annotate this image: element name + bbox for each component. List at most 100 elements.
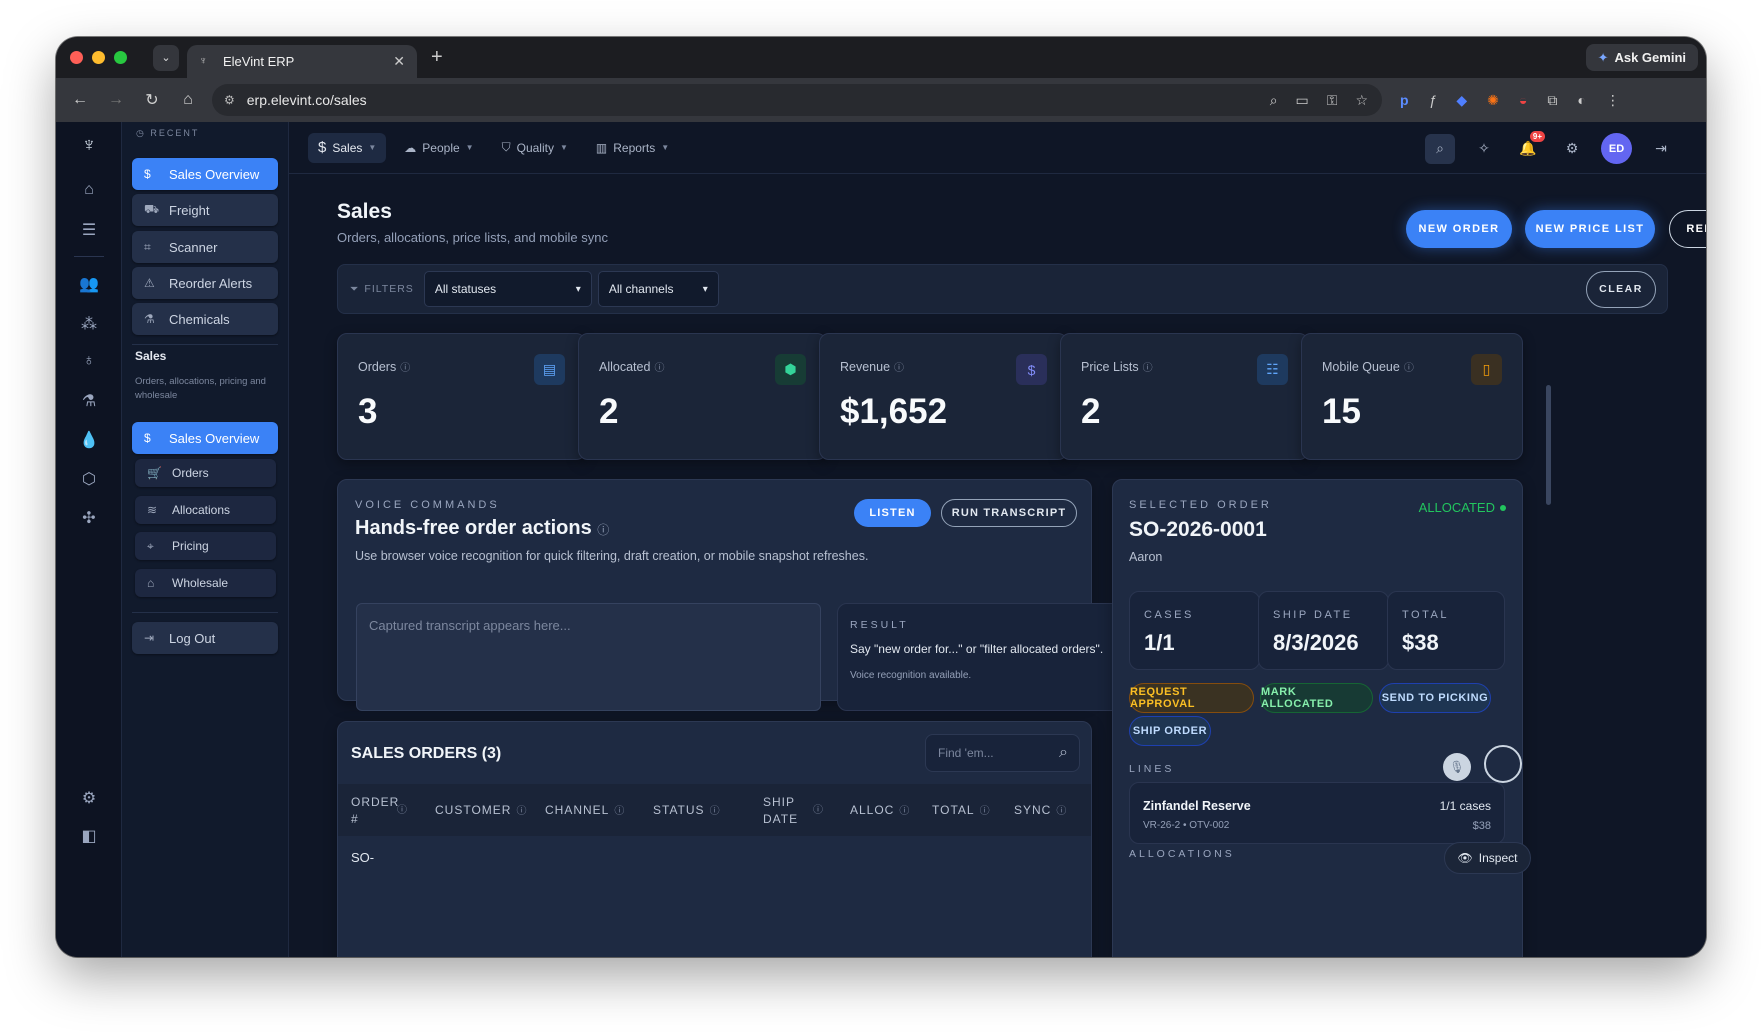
info-icon[interactable]: ⓘ	[1143, 363, 1153, 374]
channel-filter-select[interactable]: All channels ▾	[597, 271, 719, 307]
tab-close-icon[interactable]: ✕	[393, 53, 405, 70]
status-filter-select[interactable]: All statuses ▾	[423, 271, 592, 307]
mark-allocated-button[interactable]: MARK ALLOCATED	[1260, 683, 1373, 713]
sign-out-button[interactable]: ⇥	[1646, 134, 1676, 164]
rail-people-icon[interactable]: 👥	[56, 274, 122, 294]
browser-menu-icon[interactable]: ⋮	[1606, 92, 1620, 109]
column-header-channel[interactable]: CHANNEL ⓘ	[545, 802, 625, 820]
forward-arrow-icon[interactable]: →	[98, 91, 134, 109]
recent-item-freight[interactable]: ⛟ Freight	[132, 194, 278, 226]
close-window-button[interactable]	[70, 51, 83, 64]
rail-collapse-icon[interactable]: ◧	[56, 826, 122, 846]
sidebar-item-pricing[interactable]: ⌖ Pricing	[135, 532, 276, 560]
url-text: erp.elevint.co/sales	[246, 92, 367, 108]
send-to-picking-button[interactable]: SEND TO PICKING	[1379, 683, 1491, 713]
cast-icon[interactable]: ▭	[1296, 92, 1309, 109]
rail-tasks-icon[interactable]: ☰	[56, 220, 122, 240]
extension-p-icon[interactable]: p	[1400, 92, 1409, 109]
recent-item-label: Chemicals	[169, 311, 230, 327]
new-order-button[interactable]: NEW ORDER	[1406, 210, 1512, 248]
column-header-sync[interactable]: SYNC ⓘ	[1014, 802, 1067, 820]
recent-item-scanner[interactable]: ⌗ Scanner	[132, 231, 278, 263]
tab-search-chevron-icon[interactable]: ⌄	[153, 44, 179, 71]
extension-sun-icon[interactable]: ✺	[1487, 92, 1499, 109]
request-approval-button[interactable]: REQUEST APPROVAL	[1129, 683, 1254, 713]
recent-item-reorder-alerts[interactable]: ⚠ Reorder Alerts	[132, 267, 278, 299]
browser-tab[interactable]: ♆ EleVint ERP ✕	[187, 45, 417, 78]
search-icon[interactable]: ⌕	[1059, 744, 1068, 762]
url-bar[interactable]: ⚙ erp.elevint.co/sales ⌕ ▭ ⚿ ☆	[212, 84, 1382, 116]
page-scrollbar[interactable]	[1546, 385, 1551, 505]
sales-orders-title: SALES ORDERS (3)	[351, 745, 502, 762]
profile-avatar-icon[interactable]: ◐	[1577, 92, 1585, 109]
logout-button[interactable]: ⇥ Log Out	[132, 622, 278, 654]
extensions-puzzle-icon[interactable]: ⧉	[1547, 92, 1557, 109]
transcript-textarea[interactable]: Captured transcript appears here...	[356, 603, 821, 711]
column-header-customer[interactable]: CUSTOMER ⓘ	[435, 802, 527, 820]
sidebar-item-allocations[interactable]: ≋ Allocations	[135, 496, 276, 524]
rail-wine-glass-icon[interactable]: ♁	[56, 352, 122, 370]
info-icon[interactable]: ⓘ	[813, 802, 824, 819]
notifications-button[interactable]: 🔔 9+	[1513, 130, 1545, 164]
nav-quality[interactable]: ⛉ Quality ▼	[492, 133, 578, 163]
maximize-window-button[interactable]	[114, 51, 127, 64]
clear-filters-button[interactable]: CLEAR	[1586, 270, 1656, 308]
extension-fx-icon[interactable]: ƒ	[1429, 92, 1437, 109]
listen-button[interactable]: LISTEN	[854, 499, 931, 527]
user-avatar[interactable]: ED	[1601, 133, 1632, 164]
rail-grapes-icon[interactable]: ⁂	[56, 314, 122, 334]
bookmark-star-icon[interactable]: ☆	[1355, 92, 1368, 109]
run-transcript-button[interactable]: RUN TRANSCRIPT	[941, 499, 1077, 527]
refresh-button[interactable]: REFRESH	[1669, 210, 1706, 248]
info-icon[interactable]: ⓘ	[1404, 363, 1414, 374]
rail-box-icon[interactable]: ⬡	[56, 469, 122, 489]
info-icon[interactable]: ⓘ	[597, 523, 609, 537]
floating-record-button[interactable]	[1484, 745, 1522, 783]
orders-search-input[interactable]: Find 'em... ⌕	[925, 734, 1080, 772]
column-header-status[interactable]: STATUS ⓘ	[653, 802, 721, 820]
info-icon[interactable]: ⓘ	[397, 802, 408, 819]
extension-red-icon[interactable]: ◒	[1519, 92, 1527, 109]
reload-icon[interactable]: ↻	[134, 90, 170, 110]
back-arrow-icon[interactable]: ←	[62, 91, 98, 109]
shield-icon: ⛉	[501, 140, 511, 154]
recent-item-chemicals[interactable]: ⚗ Chemicals	[132, 303, 278, 335]
rail-flask-icon[interactable]: ⚗	[56, 391, 122, 411]
sidebar-item-sales-overview[interactable]: $ Sales Overview	[132, 422, 278, 454]
column-header-ship-date[interactable]: SHIP DATE	[763, 794, 801, 828]
home-icon[interactable]: ⌂	[170, 91, 206, 109]
zoom-icon[interactable]: ⌕	[1270, 92, 1278, 109]
settings-button[interactable]: ⚙	[1557, 134, 1587, 164]
info-icon[interactable]: ⓘ	[894, 363, 904, 374]
sidebar-item-wholesale[interactable]: ⌂ Wholesale	[135, 569, 276, 597]
sidebar-item-orders[interactable]: 🛒 Orders	[135, 459, 276, 487]
nav-people[interactable]: ☁ People ▼	[394, 133, 483, 163]
extension-tag-icon[interactable]: ◆	[1456, 92, 1467, 109]
table-row[interactable]: SO-	[351, 850, 374, 865]
column-header-total[interactable]: TOTAL ⓘ	[932, 802, 991, 820]
rail-network-icon[interactable]: ✣	[56, 508, 122, 528]
rail-drop-icon[interactable]: 💧	[56, 430, 122, 450]
new-price-list-button[interactable]: NEW PRICE LIST	[1525, 210, 1655, 248]
ask-gemini-button[interactable]: ✦ Ask Gemini	[1585, 44, 1698, 71]
mic-off-icon[interactable]: 🎙	[1443, 753, 1471, 781]
site-settings-icon[interactable]: ⚙	[224, 93, 235, 107]
inspect-button[interactable]: 👁 Inspect	[1444, 842, 1531, 874]
sales-orders-panel: SALES ORDERS (3) Find 'em... ⌕ ORDER # ⓘ…	[337, 721, 1092, 957]
minimize-window-button[interactable]	[92, 51, 105, 64]
global-search-button[interactable]: ⌕	[1425, 133, 1455, 164]
nav-sales[interactable]: $ Sales ▼	[308, 132, 387, 163]
password-key-icon[interactable]: ⚿	[1327, 92, 1338, 109]
rail-home-icon[interactable]: ⌂	[56, 181, 122, 199]
info-icon[interactable]: ⓘ	[654, 363, 664, 374]
recent-item-sales-overview[interactable]: $ Sales Overview	[132, 158, 278, 190]
info-icon[interactable]: ⓘ	[400, 363, 410, 374]
ship-order-button[interactable]: SHIP ORDER	[1129, 716, 1211, 746]
rail-settings-icon[interactable]: ⚙	[56, 788, 122, 808]
column-header-order[interactable]: ORDER #	[351, 794, 398, 828]
order-line-item[interactable]: Zinfandel Reserve VR-26-2 • OTV-002 1/1 …	[1129, 782, 1505, 844]
new-tab-plus-icon[interactable]: +	[431, 46, 443, 69]
nav-reports[interactable]: ▥ Reports ▼	[586, 133, 679, 163]
column-header-alloc[interactable]: ALLOC ⓘ	[850, 802, 910, 820]
ai-sparkle-button[interactable]: ✧	[1469, 134, 1499, 164]
